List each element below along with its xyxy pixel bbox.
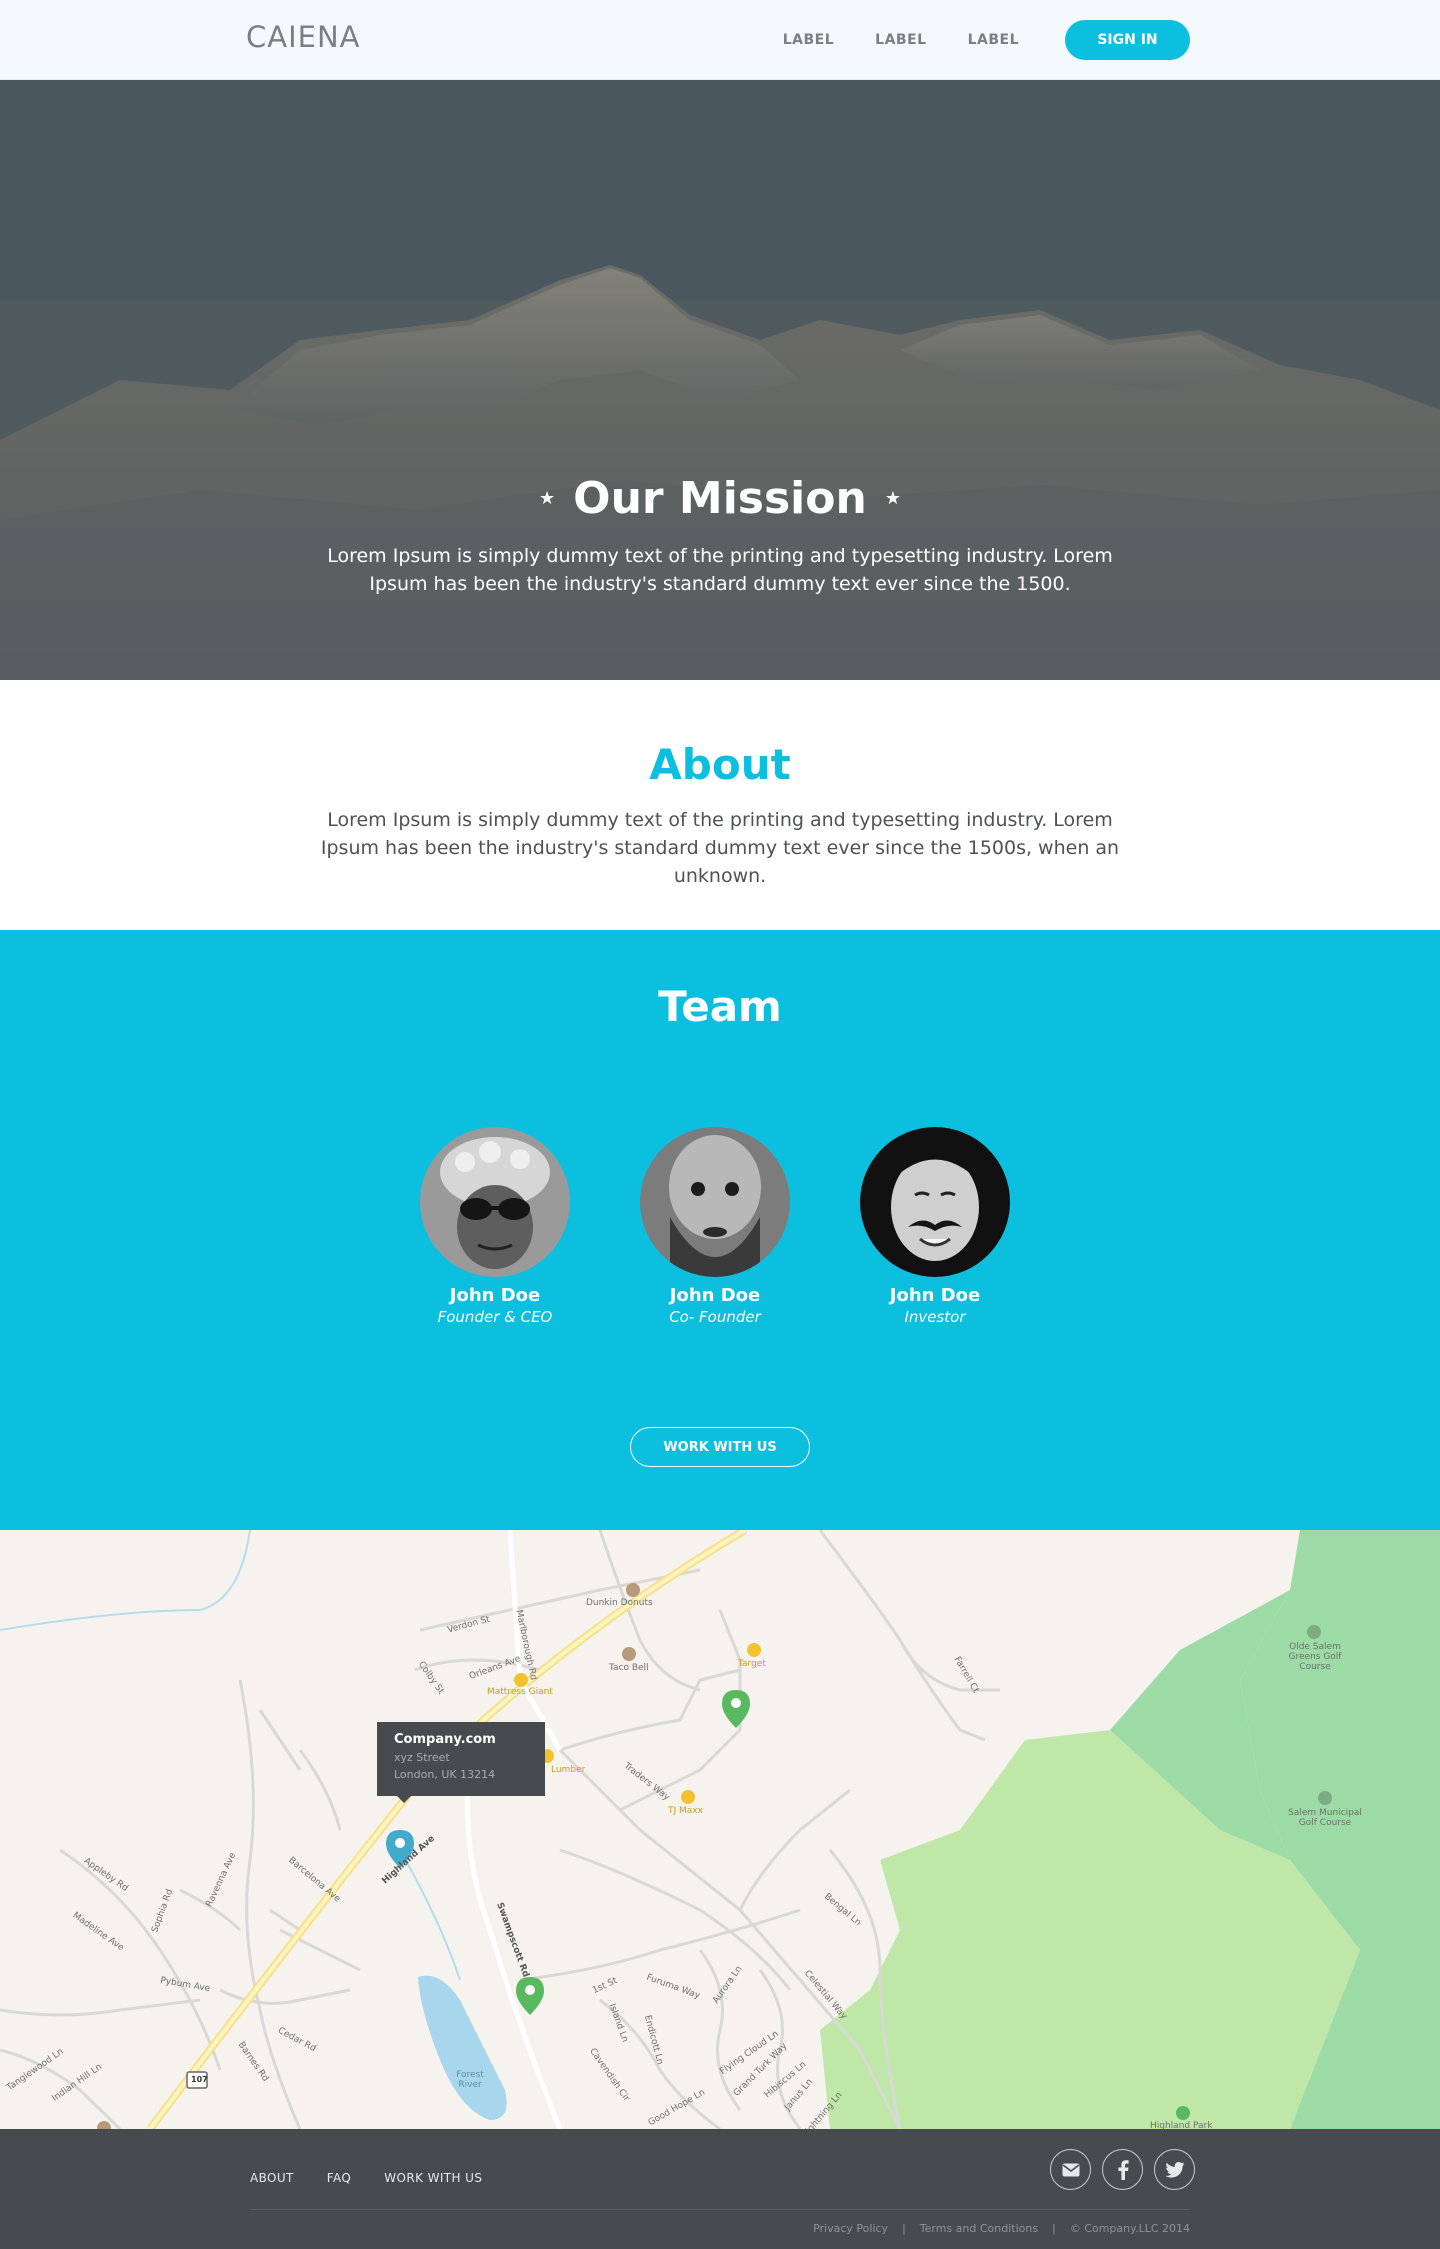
- mission-title: ★ Our Mission ★: [0, 473, 1440, 524]
- avatar[interactable]: [640, 1127, 790, 1277]
- main-nav: LABEL LABEL LABEL SIGN IN: [783, 20, 1190, 60]
- footer-link-work-with-us[interactable]: WORK WITH US: [384, 2171, 482, 2185]
- twitter-icon[interactable]: [1154, 2149, 1195, 2190]
- mission-heading: Our Mission: [573, 473, 867, 524]
- top-navbar: CAIENA LABEL LABEL LABEL SIGN IN: [0, 0, 1440, 80]
- about-text: Lorem Ipsum is simply dummy text of the …: [320, 809, 1120, 887]
- map-label: TJ Maxx: [668, 1806, 703, 1816]
- avatar[interactable]: [420, 1127, 570, 1277]
- mission-hero: ★ Our Mission ★ Lorem Ipsum is simply du…: [0, 80, 1440, 680]
- about-section: About Lorem Ipsum is simply dummy text o…: [0, 680, 1440, 930]
- separator: |: [902, 2222, 906, 2235]
- tooltip-street: xyz Street: [394, 1751, 450, 1764]
- separator: |: [1052, 2222, 1056, 2235]
- nav-link-3[interactable]: LABEL: [968, 32, 1019, 48]
- member-name: John Doe: [449, 1285, 541, 1306]
- map-label: Highland Park: [1150, 2121, 1213, 2129]
- mission-text: Lorem Ipsum is simply dummy text of the …: [327, 545, 1113, 595]
- team-member-card: John Doe Investor: [845, 1127, 1025, 1326]
- about-heading: About: [649, 740, 791, 789]
- star-icon-left: ★: [539, 488, 556, 509]
- member-role: Investor: [904, 1308, 966, 1326]
- avatar[interactable]: [860, 1127, 1010, 1277]
- nav-link-2[interactable]: LABEL: [875, 32, 926, 48]
- footer-divider: [250, 2209, 1190, 2210]
- member-role: Co- Founder: [669, 1308, 761, 1326]
- map-label: Forest River: [456, 2070, 484, 2090]
- map-label: Lumber: [551, 1765, 586, 1775]
- location-tooltip: Company.com xyz Street London, UK 13214: [377, 1722, 545, 1803]
- email-icon[interactable]: [1050, 2149, 1091, 2190]
- star-icon-right: ★: [884, 488, 901, 509]
- legal-links: Privacy Policy | Terms and Conditions | …: [813, 2222, 1190, 2235]
- map-label: Mattress Giant: [487, 1687, 553, 1697]
- map-canvas[interactable]: [0, 1530, 1440, 2129]
- map-label: Salem Municipal Golf Course: [1288, 1808, 1362, 1828]
- map-label: Taco Bell: [609, 1663, 649, 1673]
- team-member-card: John Doe Co- Founder: [625, 1127, 805, 1326]
- footer-link-faq[interactable]: FAQ: [327, 2171, 351, 2185]
- nav-link-1[interactable]: LABEL: [783, 32, 834, 48]
- route-number: 107: [191, 2075, 208, 2084]
- team-member-card: John Doe Founder & CEO: [405, 1127, 585, 1326]
- brand-logo[interactable]: CAIENA: [246, 20, 361, 54]
- member-name: John Doe: [889, 1285, 981, 1306]
- member-role: Founder & CEO: [437, 1308, 553, 1326]
- tooltip-title: Company.com: [394, 1732, 496, 1747]
- sign-in-button[interactable]: SIGN IN: [1065, 20, 1190, 60]
- map-label: Target: [738, 1659, 766, 1669]
- map-label: Dunkin Donuts: [586, 1598, 653, 1608]
- privacy-policy-link[interactable]: Privacy Policy: [813, 2222, 888, 2235]
- footer-nav: ABOUT FAQ WORK WITH US: [250, 2171, 482, 2185]
- site-footer: ABOUT FAQ WORK WITH US Privacy Policy | …: [0, 2129, 1440, 2249]
- work-with-us-button[interactable]: WORK WITH US: [630, 1427, 810, 1467]
- location-map[interactable]: Dunkin Donuts Taco Bell Target Mattress …: [0, 1530, 1440, 2129]
- copyright: © Company.LLC 2014: [1069, 2222, 1190, 2235]
- team-section: Team John Doe Founder & CEO John Doe Co-…: [0, 930, 1440, 1530]
- tooltip-city: London, UK 13214: [394, 1768, 496, 1781]
- team-heading: Team: [658, 982, 782, 1031]
- map-label: Olde Salem Greens Golf Course: [1288, 1642, 1342, 1672]
- footer-link-about[interactable]: ABOUT: [250, 2171, 294, 2185]
- facebook-icon[interactable]: [1102, 2149, 1143, 2190]
- terms-link[interactable]: Terms and Conditions: [920, 2222, 1038, 2235]
- member-name: John Doe: [669, 1285, 761, 1306]
- social-links: [1050, 2149, 1195, 2190]
